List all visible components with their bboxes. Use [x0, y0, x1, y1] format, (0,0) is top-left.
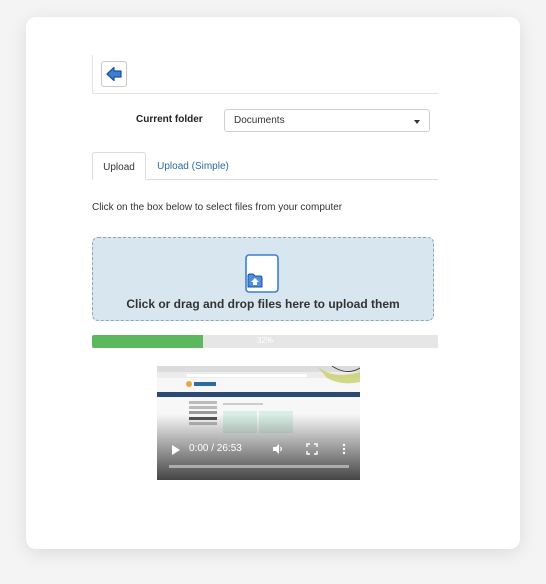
- progress-label: 32%: [256, 336, 273, 345]
- file-dropzone[interactable]: Click or drag and drop files here to upl…: [92, 237, 434, 321]
- video-time: 0:00 / 26:53: [189, 443, 242, 454]
- video-seek-bar[interactable]: [169, 465, 349, 468]
- upload-instructions: Click on the box below to select files f…: [92, 202, 343, 213]
- back-button[interactable]: [101, 61, 127, 87]
- chevron-down-icon: [414, 120, 420, 124]
- tab-upload[interactable]: Upload: [92, 152, 146, 180]
- arrow-left-icon: [106, 66, 122, 82]
- file-upload-icon: [245, 254, 279, 293]
- video-player[interactable]: 0:00 / 26:53: [157, 366, 360, 480]
- more-options-icon[interactable]: [341, 443, 347, 455]
- volume-icon[interactable]: [272, 443, 284, 455]
- video-controls-overlay: [157, 414, 360, 480]
- play-icon[interactable]: [171, 444, 181, 456]
- tab-upload-simple[interactable]: Upload (Simple): [154, 152, 232, 180]
- current-folder-label: Current folder: [136, 114, 203, 125]
- upload-tabs: Upload Upload (Simple): [92, 152, 438, 180]
- upload-progress-bar: 32%: [92, 335, 438, 348]
- dropzone-text: Click or drag and drop files here to upl…: [126, 297, 400, 311]
- fullscreen-icon[interactable]: [306, 443, 318, 455]
- folder-select[interactable]: Documents: [224, 109, 430, 132]
- folder-select-value: Documents: [234, 115, 285, 126]
- toolbar: [92, 55, 438, 94]
